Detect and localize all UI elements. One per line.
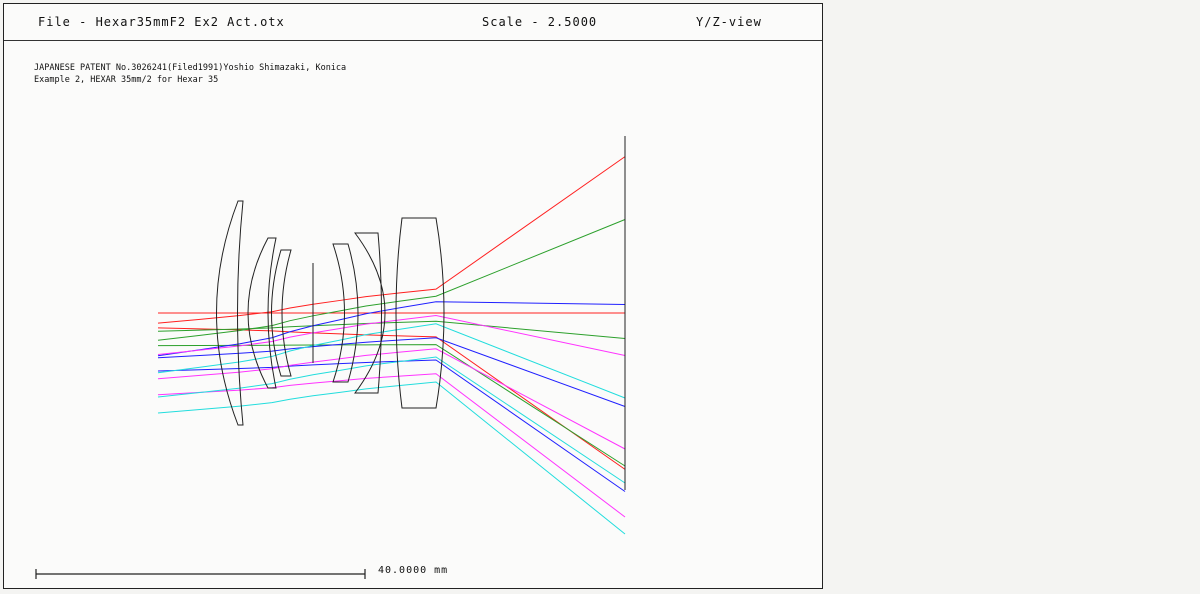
ray-field-5-1 — [157, 323, 626, 399]
ray-field-3-1 — [157, 301, 626, 357]
ray-field-3-3 — [157, 359, 626, 492]
ray-field-5-3 — [157, 381, 626, 535]
ray-group — [157, 156, 626, 535]
ray-field-1-3 — [157, 327, 626, 470]
scale-bar-label: 40.0000 mm — [378, 565, 449, 576]
ray-field-1-1 — [157, 156, 626, 324]
lens-ray-diagram — [35, 136, 626, 579]
ray-field-2-1 — [157, 219, 626, 341]
scale-bar — [35, 569, 366, 579]
